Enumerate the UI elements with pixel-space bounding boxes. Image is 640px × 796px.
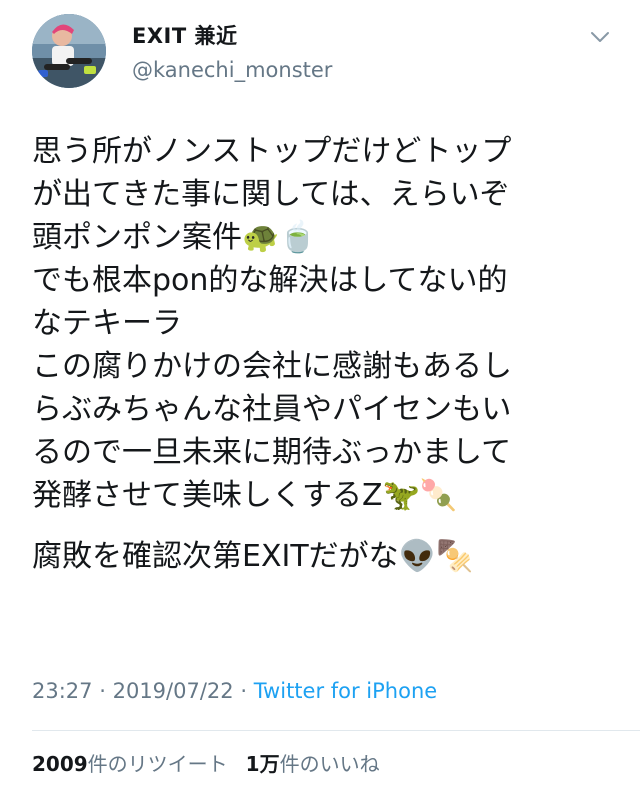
tweet-line: なテキーラ — [32, 306, 182, 341]
likes-stat[interactable]: 1万件のいいね — [246, 752, 380, 776]
chevron-down-icon[interactable] — [590, 30, 610, 44]
tweet-time[interactable]: 23:27 — [32, 679, 93, 703]
retweet-label: 件のリツイート — [87, 752, 228, 776]
tweet-line: るので一旦未来に期待ぶっかまして — [32, 435, 512, 470]
like-count: 1万 — [245, 752, 280, 776]
author-display-name[interactable]: EXIT 兼近 — [132, 22, 332, 50]
tweet-line: 発酵させて美味しくするZ🦖🍡 — [32, 478, 458, 513]
avatar[interactable] — [32, 14, 106, 88]
avatar-image — [32, 14, 106, 88]
tweet-stats: 2009件のリツイート 1万件のいいね — [32, 750, 380, 778]
author-names: EXIT 兼近 @kanechi_monster — [132, 22, 332, 84]
tweet-line: でも根本pon的な解決はしてない的 — [32, 263, 508, 298]
meta-separator: · — [99, 679, 106, 703]
tweet-meta: 23:27 · 2019/07/22 · Twitter for iPhone — [32, 676, 437, 706]
retweet-count: 2009 — [32, 752, 88, 776]
like-label: 件のいいね — [279, 752, 380, 776]
tweet-line: 思う所がノンストップだけどトップ — [32, 134, 512, 169]
divider — [32, 730, 640, 731]
tweet-line: が出てきた事に関しては、えらいぞ — [32, 177, 510, 212]
author-handle[interactable]: @kanechi_monster — [132, 56, 332, 84]
tweet-line: らぶみちゃんな社員やパイセンもい — [32, 392, 512, 427]
tweet-source-link[interactable]: Twitter for iPhone — [254, 679, 438, 703]
tweet-line-last: 腐敗を確認次第EXITだがな👽🍢 — [32, 539, 474, 574]
tweet-header: EXIT 兼近 @kanechi_monster — [32, 14, 622, 104]
tweet-date[interactable]: 2019/07/22 — [113, 679, 234, 703]
tweet-line: 頭ポンポン案件🐢🍵 — [32, 220, 317, 255]
meta-separator: · — [240, 679, 248, 703]
retweets-stat[interactable]: 2009件のリツイート — [32, 752, 228, 776]
tweet-body: 思う所がノンストップだけどトップ が出てきた事に関しては、えらいぞ 頭ポンポン案… — [32, 130, 612, 578]
tweet-line: この腐りかけの会社に感謝もあるし — [32, 349, 512, 384]
